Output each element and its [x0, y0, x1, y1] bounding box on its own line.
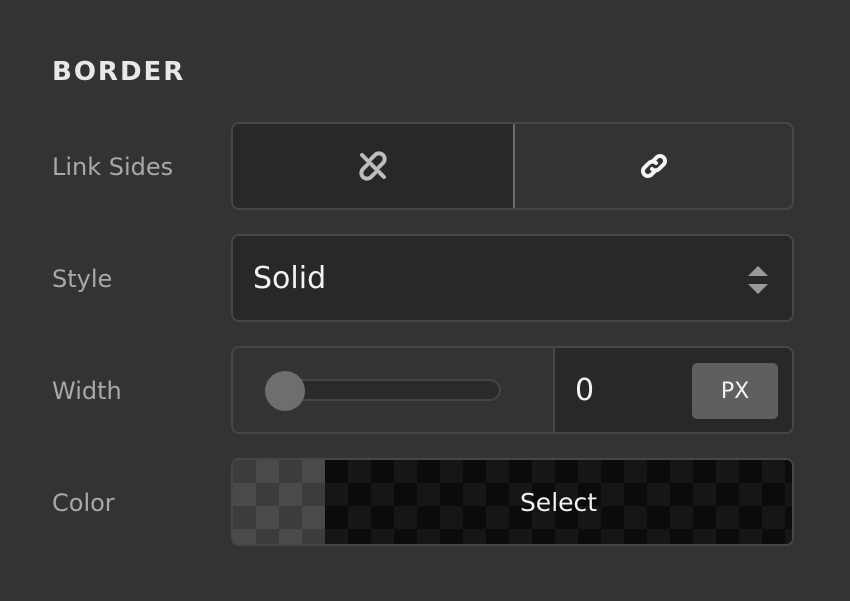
slider-thumb[interactable] — [265, 371, 305, 411]
color-label: Color — [52, 489, 115, 517]
width-input[interactable]: 0 — [555, 348, 685, 432]
section-title: BORDER — [52, 57, 186, 87]
unlink-sides-button[interactable] — [233, 124, 513, 208]
style-select[interactable]: Solid — [231, 234, 794, 322]
style-select-value: Solid — [253, 260, 327, 296]
width-control: 0 PX — [231, 346, 794, 434]
color-select-button[interactable]: Select — [325, 460, 792, 544]
link-sides-button[interactable] — [513, 124, 792, 208]
transparency-preview — [233, 460, 325, 544]
color-picker: Select — [231, 458, 794, 546]
width-slider[interactable] — [233, 348, 553, 432]
style-label: Style — [52, 265, 113, 293]
color-select-label: Select — [519, 487, 598, 517]
unlink-icon — [359, 151, 387, 181]
link-icon — [640, 154, 667, 178]
link-sides-toggle — [231, 122, 794, 210]
link-sides-label: Link Sides — [52, 153, 174, 181]
width-label: Width — [52, 377, 122, 405]
unit-button[interactable]: PX — [692, 363, 778, 419]
select-arrows-icon — [748, 266, 768, 294]
